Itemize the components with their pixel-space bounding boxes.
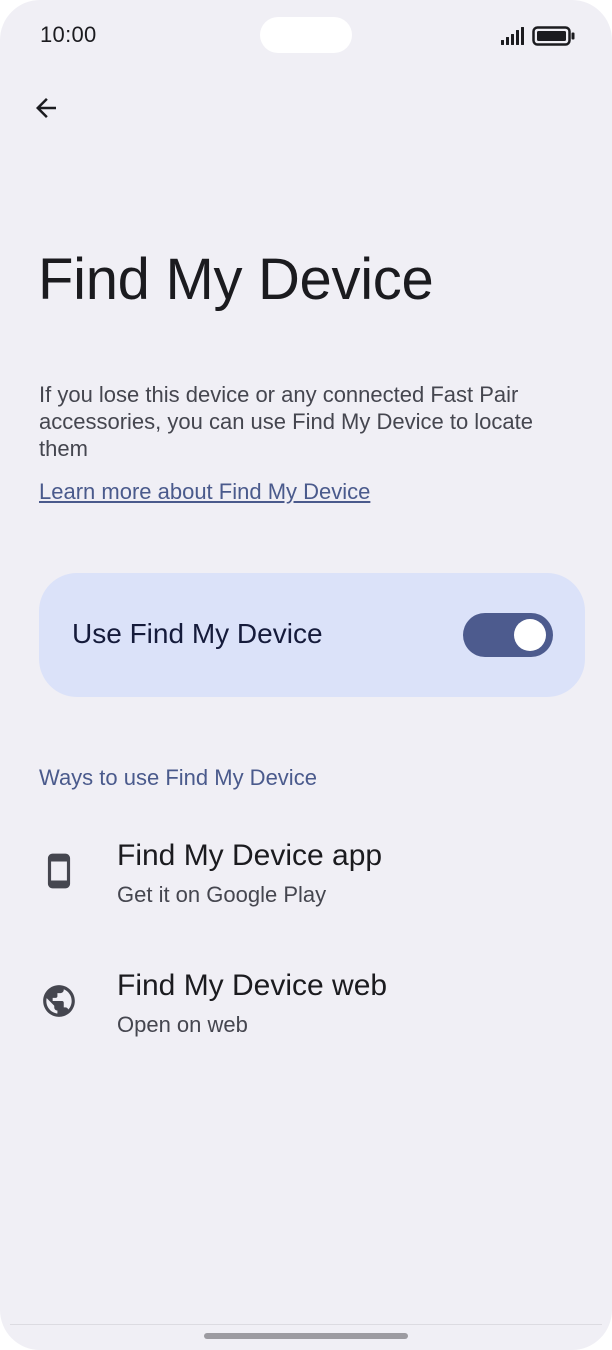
learn-more-link[interactable]: Learn more about Find My Device xyxy=(39,479,370,505)
smartphone-icon xyxy=(47,853,71,889)
status-time: 10:00 xyxy=(40,22,97,47)
list-item-title: Find My Device app xyxy=(117,839,383,872)
use-find-my-device-toggle-card[interactable]: Use Find My Device xyxy=(39,573,585,697)
description-text: If you lose this device or any connected… xyxy=(39,382,534,461)
list-item-subtitle: Open on web xyxy=(117,1012,248,1037)
arrow-back-icon xyxy=(36,98,56,118)
camera-cutout xyxy=(260,17,352,53)
toggle-switch-thumb xyxy=(514,619,546,651)
back-button[interactable] xyxy=(22,84,70,132)
toggle-switch[interactable] xyxy=(463,613,553,657)
page-title: Find My Device xyxy=(38,247,434,312)
list-item-subtitle: Get it on Google Play xyxy=(117,882,327,907)
phone-screen: 10:00 Find My Device If you lose this de… xyxy=(0,0,612,1350)
battery-full-icon xyxy=(532,26,575,46)
home-gesture-handle[interactable] xyxy=(204,1333,408,1339)
globe-icon xyxy=(43,985,75,1017)
list-item-app[interactable]: Find My Device app Get it on Google Play xyxy=(0,826,612,936)
section-header: Ways to use Find My Device xyxy=(39,765,317,790)
signal-bars-icon xyxy=(501,27,524,45)
list-item-web[interactable]: Find My Device web Open on web xyxy=(0,956,612,1066)
list-item-title: Find My Device web xyxy=(117,969,388,1002)
toggle-label: Use Find My Device xyxy=(72,618,323,649)
nav-bar-divider xyxy=(10,1324,602,1325)
